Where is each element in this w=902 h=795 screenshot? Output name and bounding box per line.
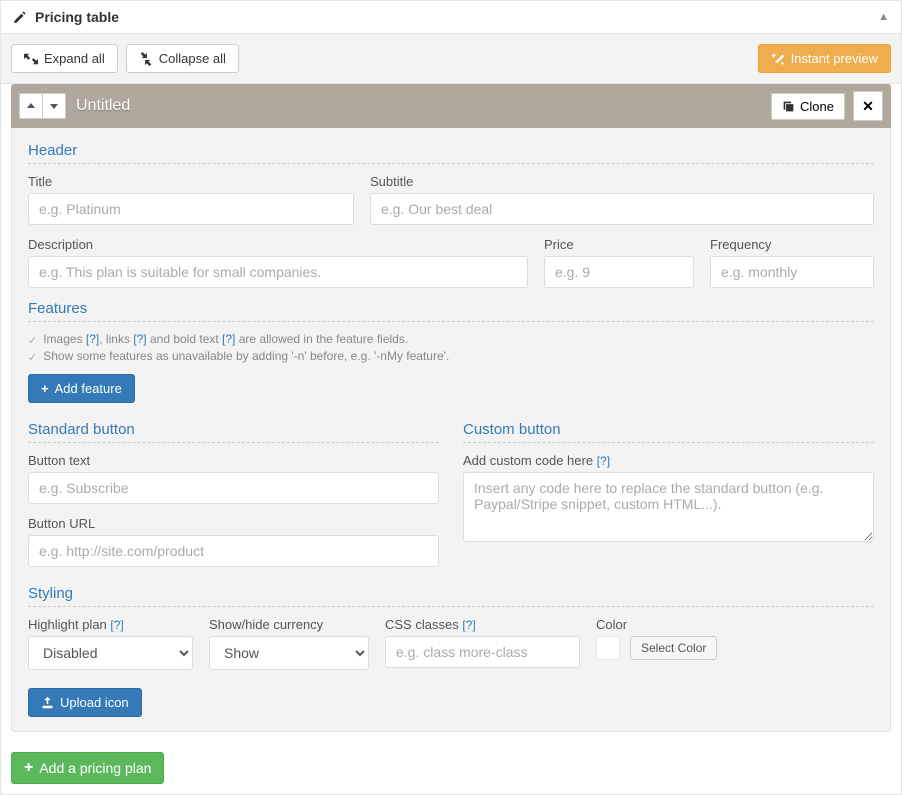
- section-custom-button: Custom button: [463, 421, 874, 438]
- panel-header: Pricing table ▲: [1, 1, 901, 34]
- clone-button[interactable]: Clone: [771, 93, 845, 120]
- add-feature-button[interactable]: + Add feature: [28, 374, 135, 403]
- close-icon: ✕: [862, 98, 874, 115]
- instant-preview-label: Instant preview: [791, 51, 878, 66]
- frequency-input[interactable]: [710, 256, 874, 288]
- subtitle-label: Subtitle: [370, 174, 874, 189]
- custom-code-textarea[interactable]: [463, 472, 874, 542]
- add-plan-button[interactable]: + Add a pricing plan: [11, 752, 164, 784]
- footer: + Add a pricing plan: [1, 742, 901, 794]
- button-text-label: Button text: [28, 453, 439, 468]
- plus-icon: +: [41, 381, 49, 396]
- title-label: Title: [28, 174, 354, 189]
- chevron-down-icon: [49, 101, 59, 111]
- plan-body: Header Title Subtitle Description Pr: [11, 128, 891, 732]
- plus-icon: +: [24, 759, 33, 777]
- plan-panel: Untitled Clone ✕ Header Title Subtitle: [11, 84, 891, 732]
- panel-title: Pricing table: [35, 9, 878, 25]
- upload-icon-label: Upload icon: [60, 695, 129, 710]
- collapse-caret-icon[interactable]: ▲: [878, 11, 889, 23]
- showhide-select[interactable]: Show: [209, 636, 369, 670]
- expand-all-label: Expand all: [44, 51, 105, 66]
- help-css[interactable]: [?]: [462, 618, 475, 632]
- upload-icon-button[interactable]: Upload icon: [28, 688, 142, 717]
- help-custom-code[interactable]: [?]: [597, 454, 610, 468]
- help-images[interactable]: [?]: [86, 332, 99, 346]
- divider: [28, 442, 439, 443]
- divider: [463, 442, 874, 443]
- button-url-input[interactable]: [28, 535, 439, 567]
- button-text-input[interactable]: [28, 472, 439, 504]
- clone-icon: [782, 100, 795, 113]
- pricing-table-panel: Pricing table ▲ Expand all Collapse all …: [0, 0, 902, 795]
- upload-icon: [41, 696, 54, 709]
- help-bold[interactable]: [?]: [222, 332, 235, 346]
- color-swatch: [596, 636, 620, 660]
- css-label: CSS classes [?]: [385, 617, 580, 632]
- remove-plan-button[interactable]: ✕: [853, 91, 883, 121]
- move-up-button[interactable]: [19, 93, 43, 119]
- expand-icon: [24, 52, 38, 66]
- chevron-up-icon: [26, 101, 36, 111]
- title-input[interactable]: [28, 193, 354, 225]
- plan-header: Untitled Clone ✕: [11, 84, 891, 128]
- section-header: Header: [28, 142, 874, 159]
- divider: [28, 163, 874, 164]
- custom-code-label: Add custom code here [?]: [463, 453, 874, 468]
- add-plan-label: Add a pricing plan: [39, 760, 151, 776]
- collapse-icon: [139, 52, 153, 66]
- toolbar: Expand all Collapse all Instant preview: [1, 34, 901, 84]
- select-color-button[interactable]: Select Color: [630, 636, 717, 660]
- section-styling: Styling: [28, 585, 874, 602]
- pencil-icon: [13, 10, 27, 24]
- help-highlight[interactable]: [?]: [110, 618, 123, 632]
- collapse-all-button[interactable]: Collapse all: [126, 44, 239, 73]
- color-label: Color: [596, 617, 874, 632]
- add-feature-label: Add feature: [55, 381, 122, 396]
- price-label: Price: [544, 237, 694, 252]
- expand-all-button[interactable]: Expand all: [11, 44, 118, 73]
- highlight-label: Highlight plan [?]: [28, 617, 193, 632]
- css-classes-input[interactable]: [385, 636, 580, 668]
- clone-label: Clone: [800, 99, 834, 114]
- check-icon: ✓: [28, 351, 37, 364]
- magic-wand-icon: [771, 52, 785, 66]
- price-input[interactable]: [544, 256, 694, 288]
- frequency-label: Frequency: [710, 237, 874, 252]
- subtitle-input[interactable]: [370, 193, 874, 225]
- section-standard-button: Standard button: [28, 421, 439, 438]
- description-input[interactable]: [28, 256, 528, 288]
- button-url-label: Button URL: [28, 516, 439, 531]
- highlight-select[interactable]: Disabled: [28, 636, 193, 670]
- showhide-label: Show/hide currency: [209, 617, 369, 632]
- help-links[interactable]: [?]: [133, 332, 146, 346]
- move-down-button[interactable]: [42, 93, 66, 119]
- section-features: Features: [28, 300, 874, 317]
- check-icon: ✓: [28, 334, 37, 347]
- feature-hints: ✓ Images [?], links [?] and bold text [?…: [28, 332, 874, 364]
- plan-title: Untitled: [70, 97, 767, 115]
- collapse-all-label: Collapse all: [159, 51, 226, 66]
- divider: [28, 321, 874, 322]
- description-label: Description: [28, 237, 528, 252]
- instant-preview-button[interactable]: Instant preview: [758, 44, 891, 73]
- divider: [28, 606, 874, 607]
